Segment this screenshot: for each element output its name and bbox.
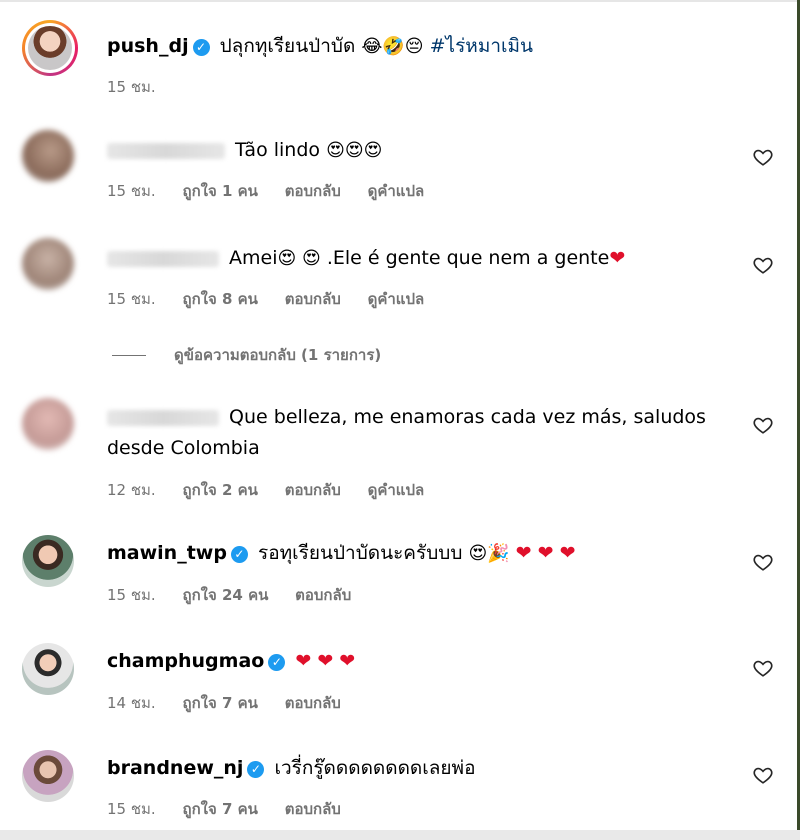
verified-badge-icon: ✓ [247, 761, 265, 778]
timestamp: 15 ชม. [107, 182, 156, 200]
timestamp: 14 ชม. [107, 694, 156, 712]
username[interactable]: brandnew_nj [107, 757, 243, 779]
view-replies-button[interactable]: ดูข้อความตอบกลับ (1 รายการ) [112, 343, 381, 367]
translate-button[interactable]: ดูคำแปล [368, 290, 425, 308]
comment: brandnew_nj ✓ เวรี่กรู๊ดดดดดดดดเลยพ่อ 15 … [22, 750, 782, 820]
timestamp: 15 ชม. [107, 78, 156, 96]
translate-button[interactable]: ดูคำแปล [368, 481, 425, 499]
heart-outline-icon [753, 417, 773, 434]
avatar[interactable] [22, 130, 74, 182]
comment-text: เวรี่กรู๊ดดดดดดดดเลยพ่อ [274, 757, 476, 779]
like-button[interactable] [752, 146, 774, 168]
comment-emojis: 😍 😍 [277, 248, 321, 269]
verified-badge-icon: ✓ [230, 546, 248, 563]
likes-count[interactable]: ถูกใจ 1 คน [182, 182, 257, 200]
heart-outline-icon [753, 767, 773, 784]
comment: Amei😍 😍 .Ele é gente que nem a gente❤ 15… [22, 238, 782, 308]
username[interactable]: mawin_twp [107, 542, 227, 564]
comment: Tão lindo 😍😍😍 15 ชม. ถูกใจ 1 คน ตอบกลับ … [22, 130, 782, 200]
username[interactable]: push_dj [107, 35, 189, 57]
avatar[interactable] [22, 20, 78, 76]
heart-emojis: ❤ ❤ ❤ [295, 650, 356, 672]
likes-count[interactable]: ถูกใจ 2 คน [182, 481, 257, 499]
heart-emojis: ❤ ❤ ❤ [515, 542, 576, 564]
verified-badge-icon: ✓ [268, 654, 286, 671]
reply-button[interactable]: ตอบกลับ [285, 481, 341, 499]
post-caption: push_dj ✓ ปลุกทุเรียนป่าบัด 😂🤣😔 #ไร่หมาเม… [22, 20, 782, 100]
translate-button[interactable]: ดูคำแปล [368, 182, 425, 200]
view-replies-label: ดูข้อความตอบกลับ (1 รายการ) [174, 346, 382, 364]
timestamp: 15 ชม. [107, 290, 156, 308]
blurred-username[interactable] [107, 142, 225, 159]
caption-emojis: 😂🤣😔 [361, 36, 424, 57]
heart-emoji: ❤ [609, 247, 626, 269]
reply-button[interactable]: ตอบกลับ [285, 182, 341, 200]
hashtag-link[interactable]: #ไร่หมาเมิน [430, 35, 533, 57]
username[interactable]: champhugmao [107, 650, 264, 672]
verified-badge-icon: ✓ [192, 39, 210, 56]
likes-count[interactable]: ถูกใจ 7 คน [182, 694, 257, 712]
heart-outline-icon [753, 257, 773, 274]
reply-button[interactable]: ตอบกลับ [285, 800, 341, 818]
reply-button[interactable]: ตอบกลับ [285, 694, 341, 712]
blurred-username[interactable] [107, 409, 219, 426]
comment: champhugmao ✓ ❤ ❤ ❤ 14 ชม. ถูกใจ 7 คน ตอบ… [22, 643, 782, 713]
caption-text: ปลุกทุเรียนป่าบัด [219, 35, 356, 57]
comment: mawin_twp ✓ รอทุเรียนป่าบัดนะครับบบ 😍🎉 ❤ … [22, 535, 782, 605]
comment-emojis: 😍🎉 [468, 543, 510, 564]
like-button[interactable] [752, 254, 774, 276]
comment-text-cont: .Ele é gente que nem a gente [320, 247, 610, 269]
like-button[interactable] [752, 414, 774, 436]
like-button[interactable] [752, 764, 774, 786]
window-bottom-edge [0, 830, 800, 840]
reply-button[interactable]: ตอบกลับ [295, 586, 351, 604]
heart-outline-icon [753, 554, 773, 571]
timestamp: 12 ชม. [107, 481, 156, 499]
comment: Que belleza, me enamoras cada vez más, s… [22, 398, 782, 499]
likes-count[interactable]: ถูกใจ 8 คน [182, 290, 257, 308]
divider [112, 355, 146, 356]
likes-count[interactable]: ถูกใจ 7 คน [182, 800, 257, 818]
reply-button[interactable]: ตอบกลับ [285, 290, 341, 308]
avatar[interactable] [22, 643, 74, 695]
likes-count[interactable]: ถูกใจ 24 คน [182, 586, 268, 604]
avatar[interactable] [22, 535, 74, 587]
heart-outline-icon [753, 149, 773, 166]
avatar[interactable] [22, 750, 74, 802]
heart-outline-icon [753, 660, 773, 677]
comment-text-cont: desde Colombia [107, 437, 260, 459]
timestamp: 15 ชม. [107, 586, 156, 604]
comment-text: Amei [229, 247, 278, 269]
like-button[interactable] [752, 551, 774, 573]
comment-text: รอทุเรียนป่าบัดนะครับบบ [258, 542, 463, 564]
blurred-username[interactable] [107, 250, 219, 267]
comment-emojis: 😍😍😍 [326, 140, 383, 161]
window-top-edge [0, 0, 800, 2]
comment-text: Tão lindo [235, 139, 321, 161]
avatar[interactable] [22, 238, 74, 290]
timestamp: 15 ชม. [107, 800, 156, 818]
avatar[interactable] [22, 398, 74, 450]
like-button[interactable] [752, 657, 774, 679]
comment-text: Que belleza, me enamoras cada vez más, s… [229, 406, 706, 428]
